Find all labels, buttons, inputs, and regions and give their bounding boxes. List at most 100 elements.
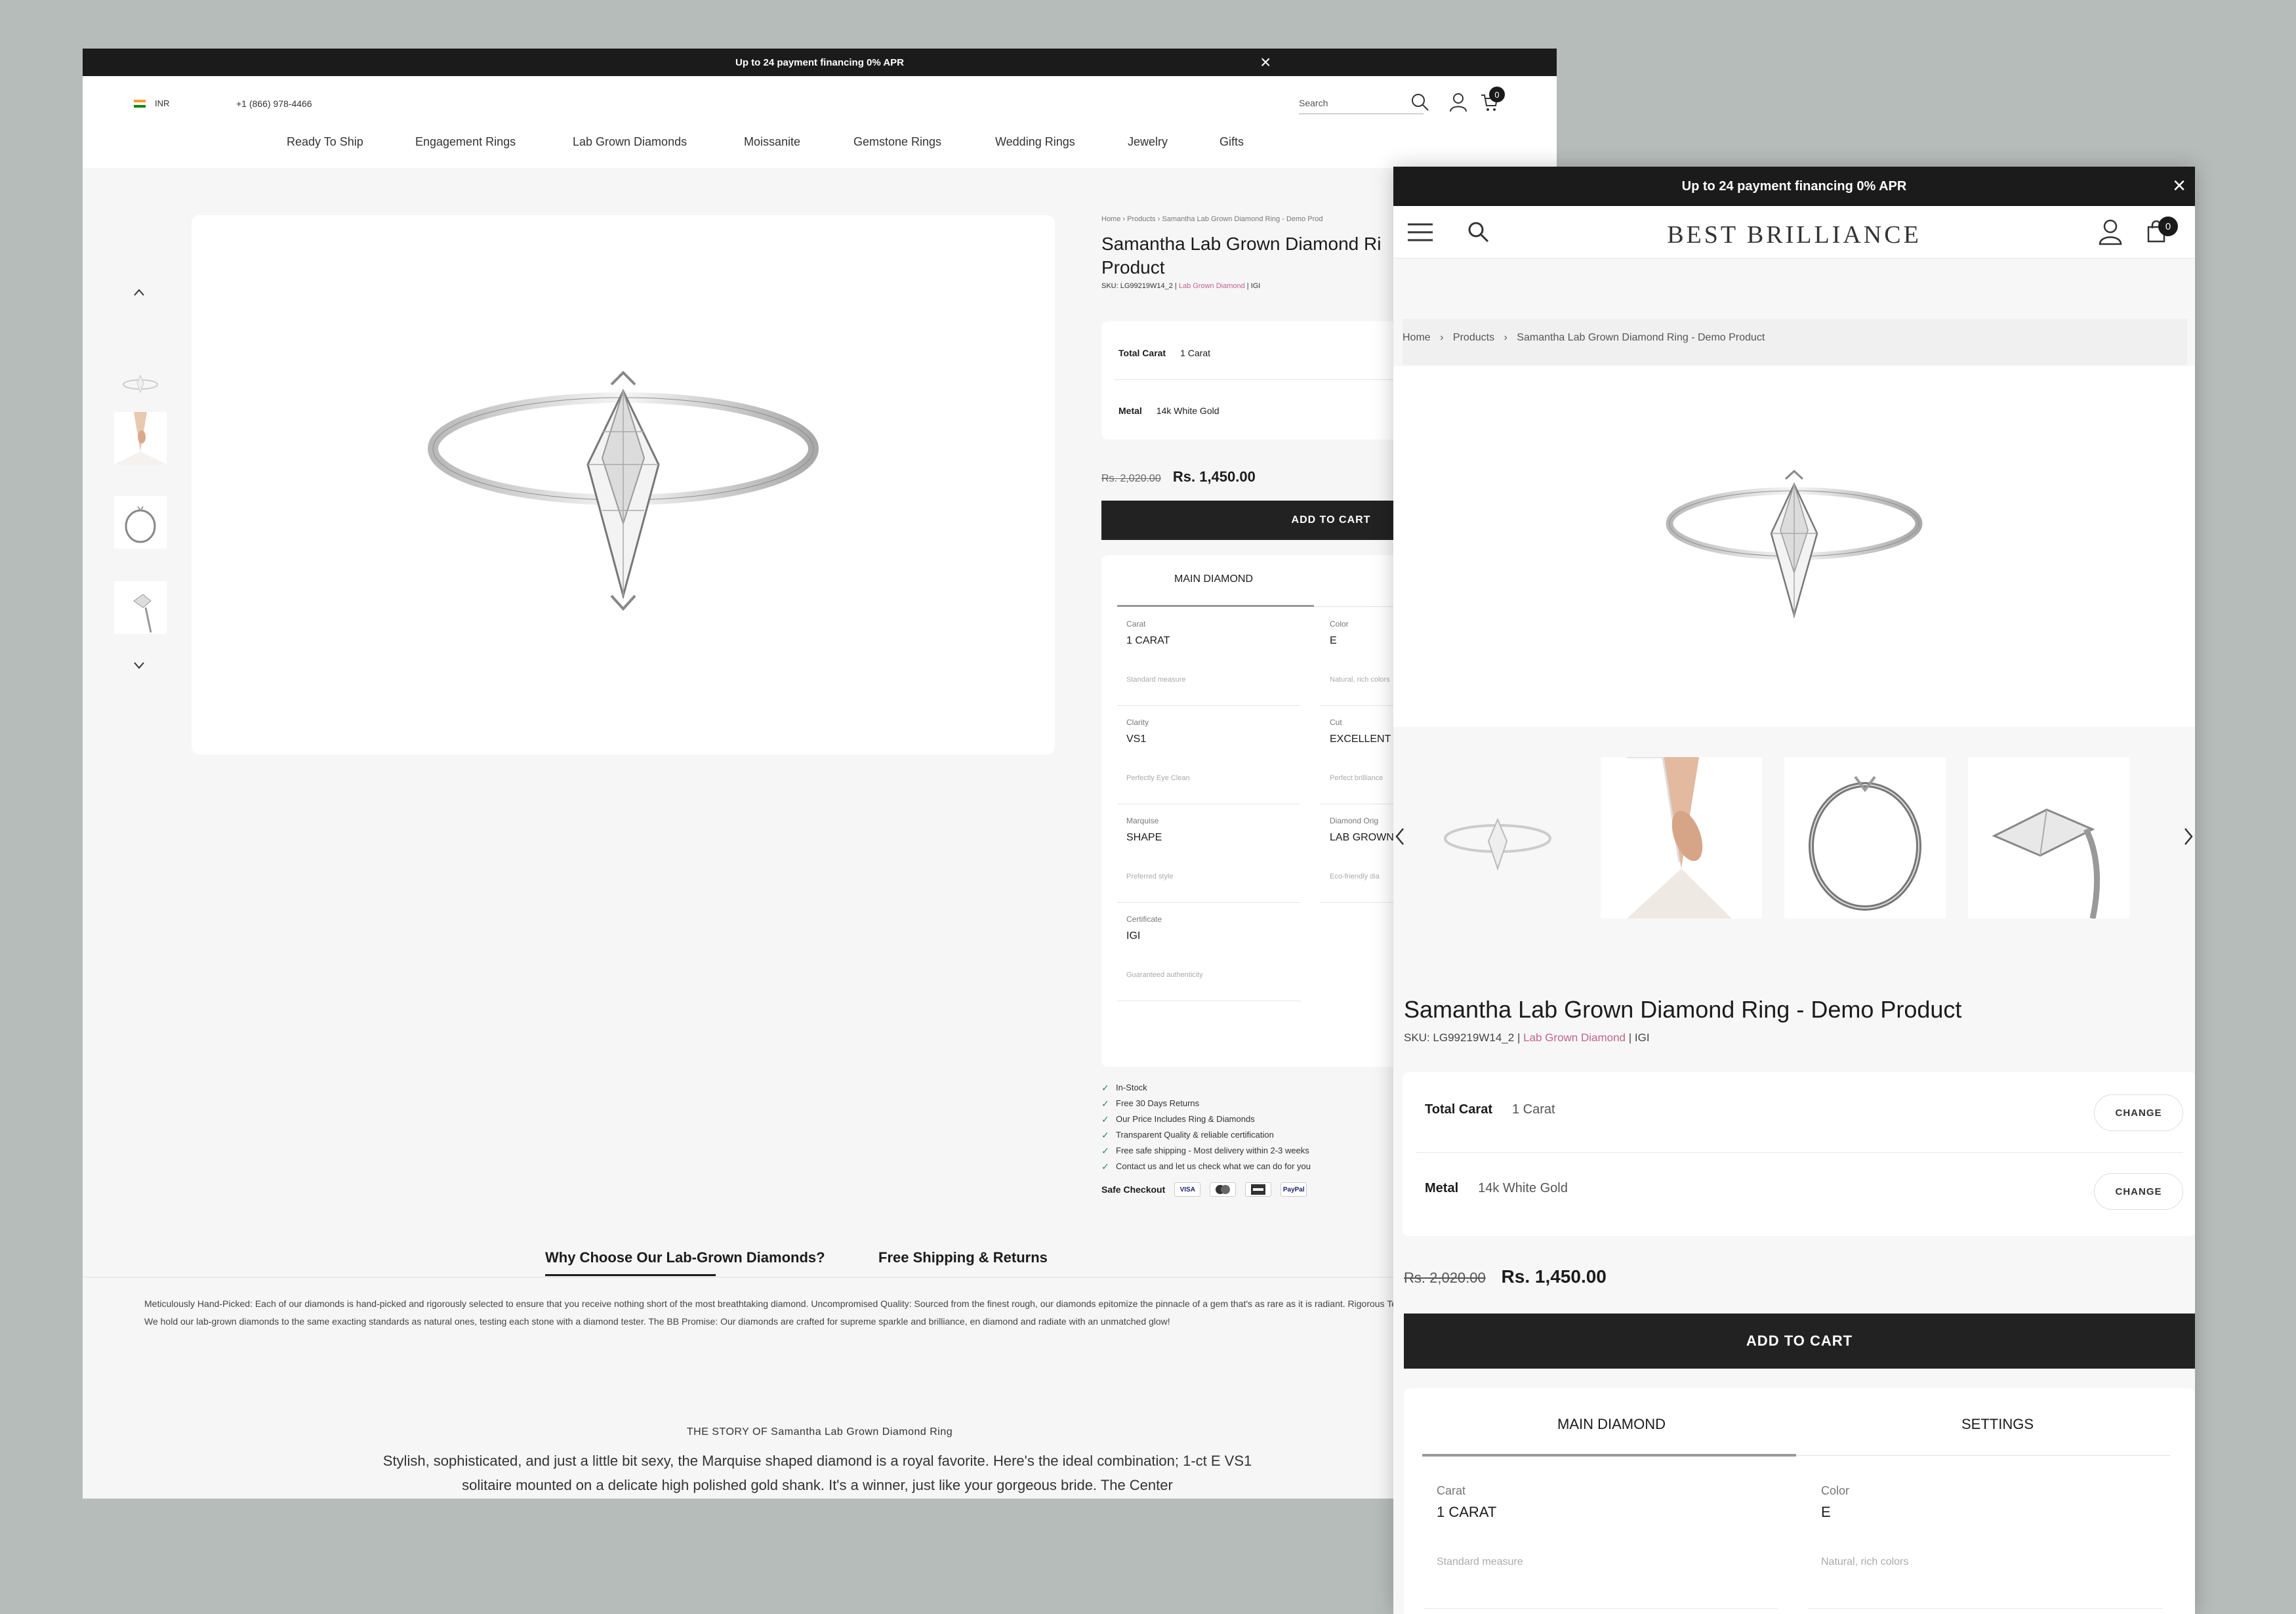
tab-active-indicator <box>1422 1454 1796 1457</box>
option-value: 1 Carat <box>1511 1102 1555 1117</box>
user-icon[interactable] <box>1448 92 1468 113</box>
spec-value: 1 CARAT <box>1437 1504 1497 1520</box>
price-current: Rs. 1,450.00 <box>1172 468 1256 485</box>
spec-carat: Carat 1 CARAT Standard measure <box>1117 608 1301 706</box>
check-icon: ✓ <box>1101 1083 1109 1093</box>
spec-label: Carat <box>1437 1484 1466 1497</box>
thumbnail-ring-side[interactable] <box>1784 757 1946 919</box>
tab-free-shipping[interactable]: Free Shipping & Returns <box>878 1249 1048 1266</box>
chevron-left-icon[interactable] <box>1395 827 1405 846</box>
main-product-image[interactable] <box>192 215 1055 755</box>
option-value: 1 Carat <box>1180 348 1211 358</box>
spec-clarity: Clarity VS1 Perfectly Eye Clean <box>1117 706 1301 804</box>
spec-hint: Standard measure <box>1437 1556 1523 1567</box>
sku-text: SKU: LG99219W14_2 | <box>1101 282 1177 290</box>
chevron-right-icon[interactable] <box>2183 827 2194 846</box>
tab-description: Meticulously Hand-Picked: Each of our di… <box>144 1298 1419 1327</box>
option-label: Metal <box>1118 405 1142 416</box>
feature-text[interactable]: Contact us and let us check what we can … <box>1116 1159 1311 1174</box>
spec-label: Clarity <box>1126 718 1149 727</box>
breadcrumb-home[interactable]: Home <box>1403 332 1431 343</box>
thumbnail-ring-angle[interactable] <box>1968 757 2129 919</box>
check-icon: ✓ <box>1101 1114 1109 1125</box>
nav-moissanite[interactable]: Moissanite <box>744 135 800 149</box>
spec-hint: Natural, rich colors <box>1330 676 1390 684</box>
spec-label: Color <box>1821 1484 1850 1497</box>
close-icon[interactable]: × <box>1260 52 1271 72</box>
brand-logo[interactable]: BEST BRILLIANCE <box>1393 220 2195 249</box>
tab-why-choose[interactable]: Why Choose Our Lab-Grown Diamonds? <box>545 1249 825 1266</box>
sku-type-link[interactable]: Lab Grown Diamond <box>1523 1031 1626 1044</box>
chevron-right-icon: › <box>1440 332 1444 343</box>
nav-jewelry[interactable]: Jewelry <box>1128 135 1168 149</box>
spec-value: E <box>1330 635 1337 646</box>
nav-wedding-rings[interactable]: Wedding Rings <box>995 135 1075 149</box>
india-flag-icon[interactable] <box>134 100 146 108</box>
breadcrumb-home[interactable]: Home <box>1101 215 1120 223</box>
nav-ready-to-ship[interactable]: Ready To Ship <box>287 135 363 149</box>
thumbnail-model[interactable] <box>114 412 167 465</box>
search-input[interactable]: Search <box>1299 94 1424 114</box>
change-carat-button[interactable]: CHANGE <box>2094 1094 2183 1131</box>
announcement-bar: Up to 24 payment financing 0% APR × <box>1393 167 2195 206</box>
thumbnail-ring-top[interactable] <box>114 356 167 408</box>
add-to-cart-button[interactable]: ADD TO CART <box>1404 1314 2195 1369</box>
feature-text: Transparent Quality & reliable certifica… <box>1116 1130 1274 1140</box>
check-icon: ✓ <box>1101 1146 1109 1156</box>
option-label: Total Carat <box>1118 348 1166 358</box>
thumbnail-ring-angle[interactable] <box>114 581 167 634</box>
feature-text: Free safe shipping - Most delivery withi… <box>1116 1146 1309 1155</box>
safe-checkout: Safe Checkout VISA PayPal <box>1101 1182 1307 1197</box>
mobile-window: Up to 24 payment financing 0% APR × BEST… <box>1393 167 2195 1614</box>
close-icon[interactable]: × <box>2173 173 2186 198</box>
option-total-carat[interactable]: Total Carat 1 Carat <box>1118 348 1210 358</box>
nav-engagement-rings[interactable]: Engagement Rings <box>415 135 516 149</box>
user-icon[interactable] <box>2098 218 2123 245</box>
sku-type-link[interactable]: Lab Grown Diamond <box>1179 282 1245 290</box>
thumbnail-ring-side[interactable] <box>114 496 167 548</box>
option-total-carat: Total Carat 1 Carat <box>1425 1102 1555 1117</box>
phone-link[interactable]: +1 (866) 978-4466 <box>236 98 312 109</box>
option-metal: Metal 14k White Gold <box>1425 1181 1568 1196</box>
tab-settings[interactable]: SETTINGS <box>1961 1416 2034 1433</box>
spec-value: LAB GROWN <box>1330 832 1394 843</box>
nav-lab-grown-diamonds[interactable]: Lab Grown Diamonds <box>573 135 687 149</box>
search-icon[interactable] <box>1410 93 1430 112</box>
desktop-window: Up to 24 payment financing 0% APR × INR … <box>83 49 1557 1499</box>
change-metal-button[interactable]: CHANGE <box>2094 1173 2183 1210</box>
spec-carat: Carat 1 CARAT Standard measure <box>1424 1471 1778 1609</box>
nav-gifts[interactable]: Gifts <box>1220 135 1244 149</box>
breadcrumb-products[interactable]: Products <box>1453 332 1494 343</box>
nav-gemstone-rings[interactable]: Gemstone Rings <box>853 135 941 149</box>
sku-cert: | IGI <box>1628 1031 1650 1044</box>
chevron-down-icon[interactable] <box>133 659 146 672</box>
check-icon: ✓ <box>1101 1130 1109 1140</box>
product-options: Total Carat 1 Carat CHANGE Metal 14k White… <box>1403 1072 2195 1236</box>
thumbnail-model[interactable] <box>1601 757 1762 919</box>
tab-main-diamond[interactable]: MAIN DIAMOND <box>1557 1416 1666 1433</box>
spec-shape: Marquise SHAPE Preferred style <box>1117 804 1301 903</box>
announcement-text: Up to 24 payment financing 0% APR <box>735 56 904 68</box>
safe-checkout-label: Safe Checkout <box>1101 1184 1166 1195</box>
paypal-icon: PayPal <box>1281 1182 1307 1197</box>
currency-selector[interactable]: INR <box>155 98 169 108</box>
product-title: Samantha Lab Grown Diamond Ring - Demo P… <box>1404 996 1962 1023</box>
breadcrumb: Home › Products › Samantha Lab Grown Dia… <box>1403 319 2187 365</box>
sku-cert: | IGI <box>1246 282 1261 290</box>
mastercard-icon <box>1210 1182 1237 1197</box>
option-value: 14k White Gold <box>1156 405 1220 416</box>
spec-value: EXCELLENT <box>1330 734 1391 745</box>
tab-main-diamond[interactable]: MAIN DIAMOND <box>1174 573 1253 585</box>
price: Rs. 2,020.00 Rs. 1,450.00 <box>1101 468 1256 486</box>
option-label: Total Carat <box>1425 1102 1492 1117</box>
tab-active-indicator <box>545 1274 716 1276</box>
option-metal[interactable]: Metal 14k White Gold <box>1118 405 1220 416</box>
info-tabs: Why Choose Our Lab-Grown Diamonds? Free … <box>83 1235 1557 1281</box>
breadcrumb-products[interactable]: Products <box>1127 215 1155 223</box>
thumbnail-ring-top[interactable] <box>1417 757 1578 919</box>
spec-hint: Perfectly Eye Clean <box>1126 774 1190 782</box>
sku-text: SKU: LG99219W14_2 | <box>1404 1031 1521 1044</box>
chevron-up-icon[interactable] <box>133 286 146 299</box>
main-product-image[interactable] <box>1393 366 2195 727</box>
announcement-text: Up to 24 payment financing 0% APR <box>1681 178 1907 194</box>
